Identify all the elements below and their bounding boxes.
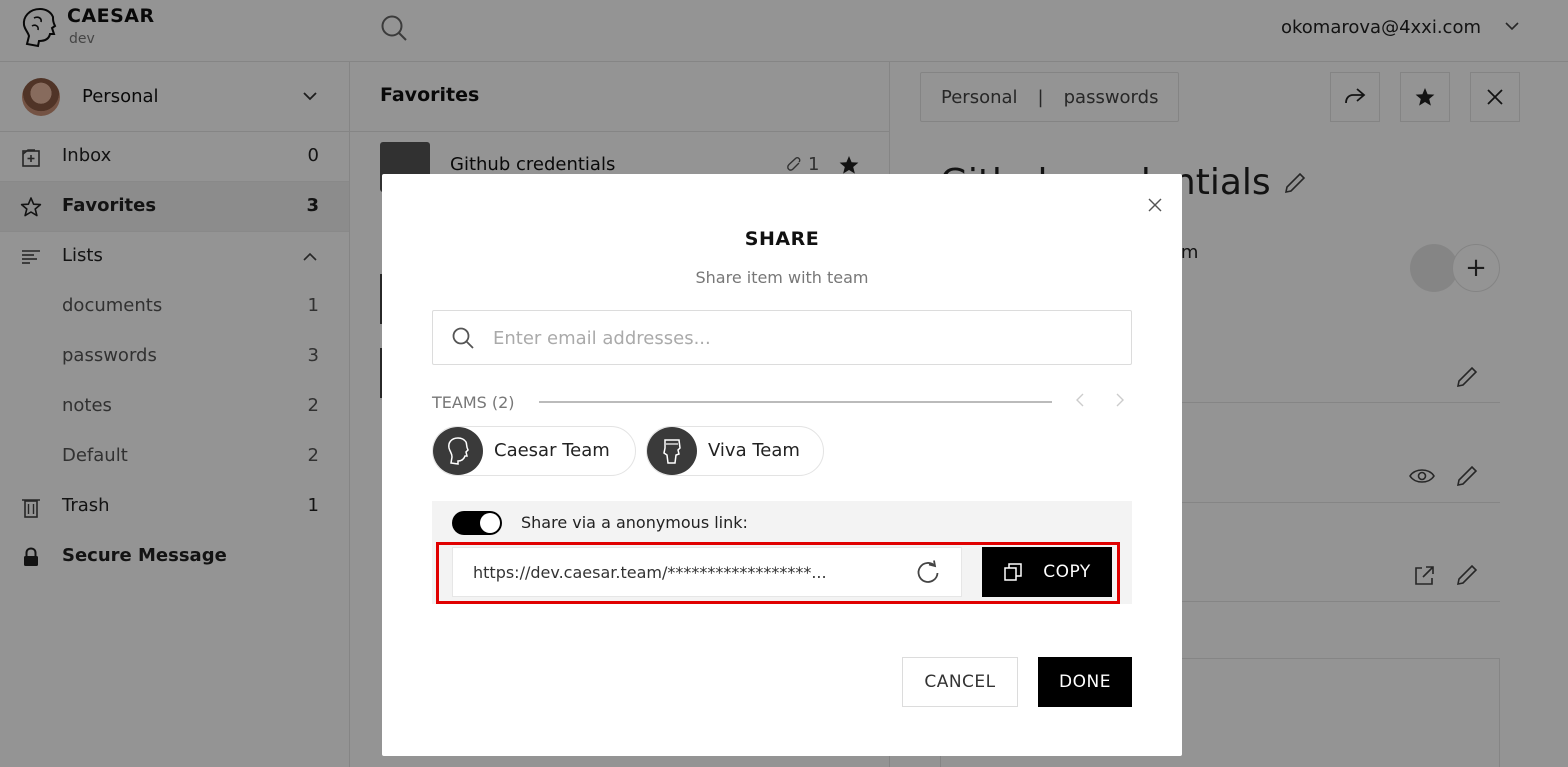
- refresh-icon[interactable]: [915, 560, 941, 586]
- modal-subtitle: Share item with team: [695, 268, 869, 287]
- chevron-left-icon[interactable]: [1074, 392, 1086, 408]
- search-icon: [452, 327, 474, 349]
- anonymous-link-field[interactable]: https://dev.caesar.team/****************…: [452, 547, 962, 597]
- copy-label: COPY: [1043, 562, 1091, 582]
- email-search-box: [432, 310, 1132, 365]
- cancel-button[interactable]: CANCEL: [902, 657, 1018, 707]
- pharaoh-head-icon: [663, 439, 681, 464]
- anonymous-link-label: Share via a anonymous link:: [521, 513, 748, 532]
- anonymous-link-url: https://dev.caesar.team/****************…: [473, 563, 827, 582]
- team-name: Viva Team: [708, 440, 800, 461]
- email-input[interactable]: [493, 323, 1113, 353]
- done-button[interactable]: DONE: [1038, 657, 1132, 707]
- team-avatar: [433, 427, 483, 475]
- share-modal: SHARE Share item with team TEAMS (2) Cae…: [382, 174, 1182, 756]
- team-name: Caesar Team: [494, 440, 610, 461]
- anonymous-link-section: Share via a anonymous link: https://dev.…: [432, 501, 1132, 604]
- chevron-right-icon[interactable]: [1114, 392, 1126, 408]
- anonymous-link-toggle[interactable]: [452, 511, 502, 535]
- copy-icon: [1004, 563, 1022, 581]
- copy-link-button[interactable]: COPY: [982, 547, 1112, 597]
- team-avatar: [647, 427, 697, 475]
- teams-label: TEAMS (2): [432, 393, 515, 412]
- team-chip-caesar[interactable]: Caesar Team: [432, 426, 636, 476]
- close-icon[interactable]: [1148, 198, 1162, 212]
- caesar-head-icon: [448, 437, 469, 465]
- modal-title: SHARE: [744, 228, 820, 250]
- team-chip-viva[interactable]: Viva Team: [646, 426, 824, 476]
- teams-divider: [539, 401, 1052, 403]
- toggle-knob: [480, 513, 500, 533]
